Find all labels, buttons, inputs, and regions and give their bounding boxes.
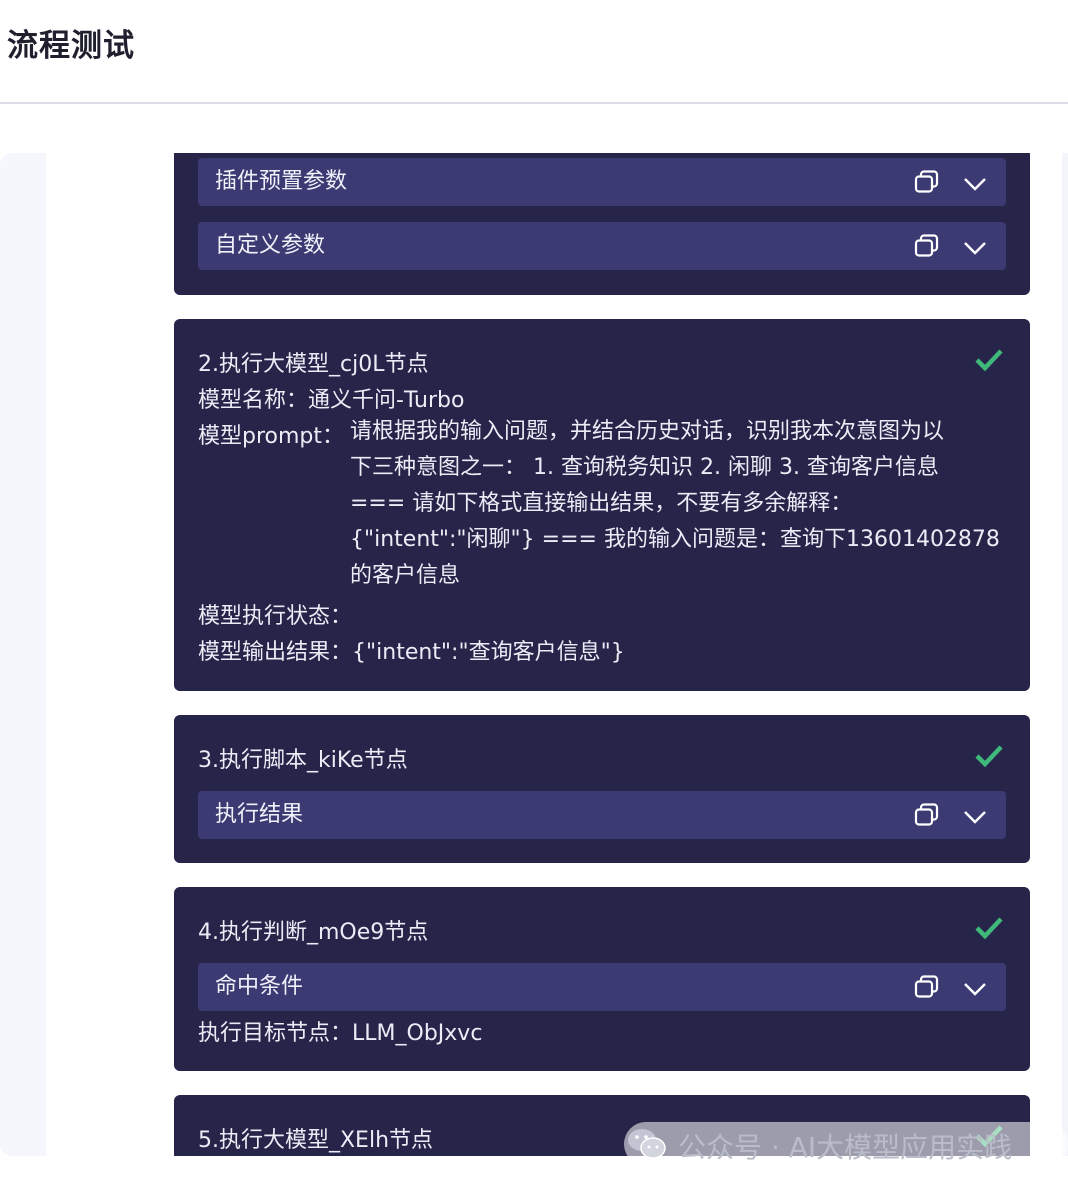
chevron-down-icon[interactable] bbox=[962, 172, 988, 196]
left-panel bbox=[0, 153, 46, 1156]
page-header: 流程测试 bbox=[0, 0, 1068, 104]
model-name-row: 模型名称：通义千问-Turbo bbox=[198, 382, 464, 414]
flow-log-viewport[interactable]: 插件预置参数 自定义参数 2.执行大模型_cj0L节点 模型名称：通义千问-Tu… bbox=[46, 153, 1062, 1156]
page-title: 流程测试 bbox=[7, 28, 135, 64]
prompt-line: {"intent":"闲聊"} === 我的输入问题是：查询下136014028… bbox=[350, 527, 1000, 552]
model-name-value: 通义千问-Turbo bbox=[308, 388, 465, 413]
exec-status-label: 模型执行状态： bbox=[198, 604, 353, 629]
node-title: 2.执行大模型_cj0L节点 bbox=[198, 352, 429, 377]
prompt-label: 模型prompt： bbox=[198, 424, 345, 449]
copy-icon[interactable] bbox=[914, 234, 940, 258]
prompt-line: === 请如下格式直接输出结果，不要有多余解释： bbox=[350, 491, 853, 516]
hit-condition-bar[interactable]: 命中条件 bbox=[198, 963, 1006, 1011]
bar-label: 命中条件 bbox=[215, 974, 304, 999]
wechat-icon bbox=[628, 1129, 666, 1159]
target-node-value: LLM_ObJxvc bbox=[352, 1021, 483, 1046]
plugin-params-bar[interactable]: 插件预置参数 bbox=[198, 158, 1006, 206]
output-row: 模型输出结果：{"intent":"查询客户信息"} bbox=[198, 634, 625, 666]
check-icon bbox=[975, 917, 1003, 940]
watermark-text: 公众号 · AI大模型应用实践 bbox=[678, 1131, 1013, 1164]
prompt-line: 请根据我的输入问题，并结合历史对话，识别我本次意图为以 bbox=[350, 419, 945, 444]
node-title: 3.执行脚本_kiKe节点 bbox=[198, 748, 408, 773]
check-icon bbox=[975, 349, 1003, 372]
copy-icon[interactable] bbox=[914, 803, 940, 827]
bar-label: 执行结果 bbox=[215, 802, 304, 827]
chevron-down-icon[interactable] bbox=[962, 977, 988, 1001]
scrollbar-track[interactable] bbox=[1062, 153, 1068, 1156]
bar-label: 自定义参数 bbox=[215, 233, 326, 258]
chevron-down-icon[interactable] bbox=[962, 805, 988, 829]
copy-icon[interactable] bbox=[914, 975, 940, 999]
prompt-line: 的客户信息 bbox=[350, 563, 461, 588]
target-node-row: 执行目标节点：LLM_ObJxvc bbox=[198, 1015, 482, 1047]
node-title: 5.执行大模型_XElh节点 bbox=[198, 1128, 434, 1153]
target-node-label: 执行目标节点： bbox=[198, 1021, 353, 1046]
copy-icon[interactable] bbox=[914, 170, 940, 194]
node-card-4: 4.执行判断_mOe9节点 命中条件 执行目标节点：LLM_ObJxvc bbox=[174, 887, 1030, 1071]
watermark: 公众号 · AI大模型应用实践 bbox=[624, 1122, 1068, 1166]
check-icon bbox=[975, 745, 1003, 768]
node-card-1: 插件预置参数 自定义参数 bbox=[174, 153, 1030, 295]
node-title: 4.执行判断_mOe9节点 bbox=[198, 920, 429, 945]
custom-params-bar[interactable]: 自定义参数 bbox=[198, 222, 1006, 270]
output-value: {"intent":"查询客户信息"} bbox=[352, 640, 625, 665]
node-card-2: 2.执行大模型_cj0L节点 模型名称：通义千问-Turbo 模型prompt：… bbox=[174, 319, 1030, 691]
model-name-label: 模型名称： bbox=[198, 388, 309, 413]
node-card-3: 3.执行脚本_kiKe节点 执行结果 bbox=[174, 715, 1030, 863]
output-label: 模型输出结果： bbox=[198, 640, 353, 665]
prompt-line: 下三种意图之一： 1. 查询税务知识 2. 闲聊 3. 查询客户信息 bbox=[350, 455, 939, 480]
prompt-text: 请根据我的输入问题，并结合历史对话，识别我本次意图为以 下三种意图之一： 1. … bbox=[350, 414, 1010, 594]
bar-label: 插件预置参数 bbox=[215, 169, 348, 194]
chevron-down-icon[interactable] bbox=[962, 236, 988, 260]
exec-result-bar[interactable]: 执行结果 bbox=[198, 791, 1006, 839]
